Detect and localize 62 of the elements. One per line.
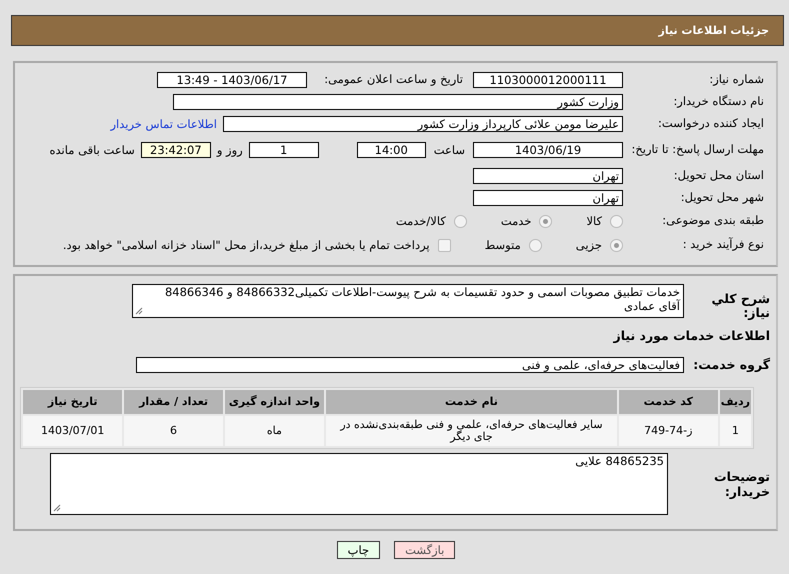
remaining-time-field: 23:42:07 xyxy=(140,142,211,158)
column-header: تعداد / مقدار xyxy=(124,390,223,414)
checkbox[interactable] xyxy=(438,238,451,252)
description-line: خدمات تطبيق مصوبات اسمی و حدود تقسیمات به شرح پیوست-اطلاعات تکمیلی84866332 و 84866346 xyxy=(164,286,680,299)
print-button[interactable]: چاپ xyxy=(336,541,380,559)
field-label: تاریخ و ساعت اعلان عمومی: xyxy=(323,73,463,87)
radio-label: خدمت xyxy=(500,214,532,228)
resize-grip-icon xyxy=(135,307,143,315)
field-label: ایجاد کننده درخواست: xyxy=(657,117,764,131)
column-header: نام خدمت xyxy=(326,390,617,414)
buyer-notes-text: 84865235 علایی xyxy=(575,454,664,468)
deadline-time-field: 14:00 xyxy=(356,142,426,158)
field-label: نوع فرآیند خرید : xyxy=(682,238,764,252)
days-label: روز و xyxy=(216,143,243,157)
table-cell: 1 xyxy=(720,416,751,446)
page-title: جزئیات اطلاعات نیاز xyxy=(658,24,769,37)
field-label: مهلت ارسال پاسخ: تا تاریخ: xyxy=(630,143,764,157)
treasury-payment-text: پرداخت تمام یا بخشی از مبلغ خرید،از محل "اسناد خزانه اسلامی" خواهد بود. xyxy=(62,238,430,252)
province-field: تهران xyxy=(473,168,623,184)
radio-button[interactable] xyxy=(610,238,623,252)
radio-button[interactable] xyxy=(610,214,623,228)
radio-button[interactable] xyxy=(528,238,542,252)
contact-link[interactable]: اطلاعات تماس خریدار xyxy=(110,117,217,131)
radio-label: متوسط xyxy=(484,238,521,252)
description-line: آقای عمادی xyxy=(624,300,680,314)
remaining-label: ساعت باقی مانده xyxy=(50,143,135,157)
table-cell: 1403/07/01 xyxy=(23,416,122,446)
time-label: ساعت xyxy=(434,143,465,157)
city-field: تهران xyxy=(473,190,623,206)
deadline-date-field: 1403/06/19 xyxy=(473,142,623,158)
radio-button[interactable] xyxy=(539,214,552,228)
radio-label: کالا xyxy=(586,214,602,228)
section-label: توضیحات خریدار: xyxy=(713,470,770,500)
back-button[interactable]: بازگشت xyxy=(394,541,456,559)
days-field: 1 xyxy=(248,142,319,158)
field-label: شماره نیاز: xyxy=(708,73,764,87)
description-textarea[interactable]: خدمات تطبيق مصوبات اسمی و حدود تقسیمات به شرح پیوست-اطلاعات تکمیلی84866332 و 84866346 آقای عمادی xyxy=(132,284,684,318)
field-label: شهر محل تحویل: xyxy=(680,191,764,205)
service-group-field: فعالیت‌های حرفه‌ای، علمی و فنی xyxy=(136,356,684,373)
column-header: ردیف xyxy=(720,390,751,414)
column-header: واحد اندازه گیری xyxy=(224,390,324,414)
table-cell: 6 xyxy=(124,416,223,446)
radio-button[interactable] xyxy=(454,214,467,228)
table-cell: ز-74-749 xyxy=(618,416,718,446)
table-cell: ماه xyxy=(224,416,324,446)
buyer-org-field: وزارت کشور xyxy=(173,94,623,110)
column-header: کد خدمت xyxy=(618,390,718,414)
table-cell: سایر فعالیت‌های حرفه‌ای، علمی و فنی طبقه‌بندی‌نشده در جای دیگر xyxy=(326,416,617,446)
resize-grip-icon xyxy=(53,504,61,512)
section-label: شرح کلي نياز: xyxy=(710,292,770,321)
need-number-field: 1103000012000111 xyxy=(473,72,623,88)
section-label: گروه خدمت: xyxy=(692,358,770,372)
buyer-notes-textarea[interactable]: 84865235 علایی xyxy=(50,452,668,515)
radio-label: جزیی xyxy=(576,238,602,252)
requester-field: علیرضا مومن علائی کارپرداز وزارت کشور xyxy=(223,116,623,132)
radio-label: کالا/خدمت xyxy=(396,214,446,228)
column-header: تاریخ نیاز xyxy=(23,390,122,414)
section-title: اطلاعات خدمات مورد نیاز xyxy=(612,328,770,343)
field-label: نام دستگاه خریدار: xyxy=(672,95,764,109)
field-label: طبقه بندی موضوعی: xyxy=(661,214,764,228)
field-label: استان محل تحویل: xyxy=(672,169,764,183)
announce-date-field: 1403/06/17 - 13:49 xyxy=(157,72,307,88)
